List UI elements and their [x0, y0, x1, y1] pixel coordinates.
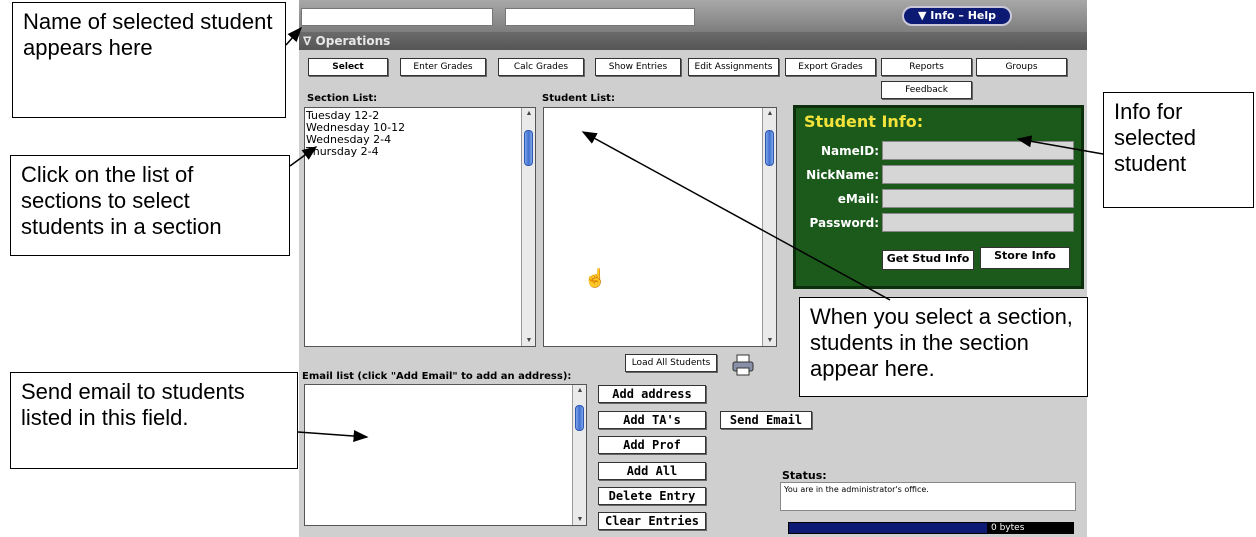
student-scrollbar[interactable]: ▲ ▼ [762, 108, 776, 346]
callout-when-select: When you select a section, students in t… [799, 297, 1088, 397]
section-item[interactable]: Thursday 2-4 [306, 146, 405, 158]
show-entries-button[interactable]: Show Entries [595, 58, 681, 76]
section-list-items: Tuesday 12-2 Wednesday 10-12 Wednesday 2… [306, 110, 405, 158]
main-content: Select Enter Grades Calc Grades Show Ent… [299, 50, 1087, 537]
student-list-label: Student List: [542, 93, 615, 104]
scroll-up-icon[interactable]: ▲ [574, 387, 586, 394]
nameid-field[interactable] [882, 141, 1074, 160]
email-list[interactable]: ▲ ▼ [304, 384, 587, 526]
bytes-readout: 0 bytes [988, 522, 1074, 534]
section-list-label: Section List: [307, 93, 378, 104]
groups-button[interactable]: Groups [976, 58, 1067, 76]
hand-cursor-icon: ☝ [584, 268, 607, 288]
student-info-panel: Student Info: NameID: NickName: eMail: P… [793, 105, 1084, 289]
store-info-button[interactable]: Store Info [980, 247, 1070, 269]
scroll-down-icon[interactable]: ▼ [764, 337, 776, 344]
add-address-button[interactable]: Add address [598, 385, 706, 403]
student-scroll-thumb[interactable] [765, 130, 774, 166]
progress-bar [788, 522, 988, 534]
scroll-up-icon[interactable]: ▲ [523, 110, 535, 117]
top-bar: ▼ Info – Help [299, 0, 1087, 32]
password-label: Password: [809, 216, 880, 230]
get-stud-info-button[interactable]: Get Stud Info [882, 250, 974, 270]
nickname-label: NickName: [806, 168, 879, 182]
feedback-button[interactable]: Feedback [881, 81, 972, 99]
printer-icon[interactable] [731, 353, 755, 377]
send-email-button[interactable]: Send Email [720, 411, 812, 429]
status-text: You are in the administrator's office. [780, 482, 1076, 511]
section-scroll-thumb[interactable] [524, 130, 533, 166]
student-list[interactable]: ▲ ▼ ☝ [543, 107, 777, 347]
status-label: Status: [782, 469, 827, 482]
export-grades-button[interactable]: Export Grades [785, 58, 876, 76]
student-info-title: Student Info: [804, 112, 924, 131]
section-scrollbar[interactable]: ▲ ▼ [521, 108, 535, 346]
email-scroll-thumb[interactable] [575, 405, 584, 431]
calc-grades-button[interactable]: Calc Grades [498, 58, 584, 76]
load-all-students-button[interactable]: Load All Students [625, 354, 717, 372]
add-all-button[interactable]: Add All [598, 462, 706, 480]
selected-student-name-field[interactable] [301, 8, 493, 26]
callout-send-email: Send email to students listed in this fi… [10, 372, 298, 469]
nameid-label: NameID: [820, 144, 879, 158]
email-label: eMail: [837, 192, 879, 206]
edit-assignments-button[interactable]: Edit Assignments [688, 58, 779, 76]
secondary-field[interactable] [505, 8, 695, 26]
app-window: ▼ Info – Help ∇ Operations Select Enter … [299, 0, 1087, 537]
callout-name-selected: Name of selected student appears here [12, 2, 286, 118]
nickname-field[interactable] [882, 165, 1074, 184]
callout-info-selected: Info for selected student [1103, 92, 1254, 208]
password-field[interactable] [882, 213, 1074, 232]
reports-button[interactable]: Reports [881, 58, 972, 76]
add-prof-button[interactable]: Add Prof [598, 436, 706, 454]
select-button[interactable]: Select [308, 58, 388, 76]
delete-entry-button[interactable]: Delete Entry [598, 487, 706, 505]
enter-grades-button[interactable]: Enter Grades [400, 58, 486, 76]
section-list[interactable]: Tuesday 12-2 Wednesday 10-12 Wednesday 2… [304, 107, 536, 347]
scroll-down-icon[interactable]: ▼ [574, 516, 586, 523]
operations-header[interactable]: ∇ Operations [299, 32, 1087, 50]
email-scrollbar[interactable]: ▲ ▼ [572, 385, 586, 525]
scroll-down-icon[interactable]: ▼ [523, 337, 535, 344]
callout-click-sections: Click on the list of sections to select … [10, 155, 290, 256]
add-tas-button[interactable]: Add TA's [598, 411, 706, 429]
scroll-up-icon[interactable]: ▲ [764, 110, 776, 117]
info-help-button[interactable]: ▼ Info – Help [902, 6, 1012, 26]
email-field[interactable] [882, 189, 1074, 208]
email-list-label: Email list (click "Add Email" to add an … [302, 371, 572, 382]
clear-entries-button[interactable]: Clear Entries [598, 512, 706, 530]
